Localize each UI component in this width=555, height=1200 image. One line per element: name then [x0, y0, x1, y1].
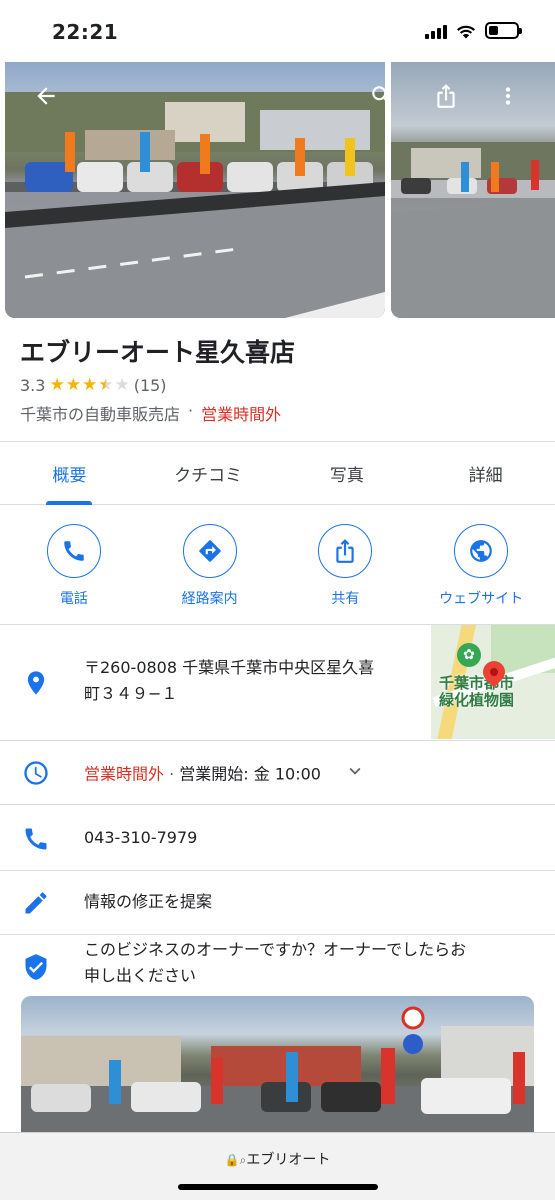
ios-share-icon [437, 84, 455, 108]
call-button-circle[interactable] [46, 524, 101, 578]
map-thumbnail[interactable]: ✿ 千葉市都市 緑化植物園 [431, 625, 555, 739]
map-label: 千葉市都市 緑化植物園 [439, 674, 515, 709]
call-button[interactable]: 電話 [14, 524, 134, 624]
back-button[interactable] [28, 78, 64, 114]
rating-stars: ★ ★ ★ ★ ★ [49, 377, 129, 394]
place-header: エブリーオート星久喜店 3.3 ★ ★ ★ ★ ★ (15) 千葉市の自動車販売… [20, 336, 540, 425]
suggest-edit-text: 情報の修正を提案 [84, 892, 213, 911]
directions-label: 経路案内 [181, 591, 238, 607]
pencil-icon [22, 889, 50, 917]
url-query: エブリオート [246, 1152, 331, 1168]
chevron-down-icon[interactable] [344, 760, 366, 790]
share-button[interactable]: 共有 [285, 524, 405, 624]
tab-bar: 概要 クチコミ 写真 詳細 [0, 441, 555, 505]
globe-icon [470, 540, 492, 562]
url-text[interactable]: 🔒⌕エブリオート [0, 1149, 555, 1169]
star-icon: ★ [65, 375, 81, 395]
status-icons [425, 22, 522, 39]
rating-value: 3.3 [20, 376, 46, 395]
home-indicator[interactable] [178, 1184, 378, 1190]
verified-shield-icon [22, 953, 50, 981]
phone-icon [64, 541, 84, 561]
share-top-button[interactable] [428, 78, 464, 114]
star-half-icon: ★ [98, 375, 114, 395]
separator-dot: · [188, 401, 194, 420]
open-status: 営業時間外 [201, 405, 282, 424]
more-vert-icon [505, 87, 511, 105]
wifi-icon [457, 25, 475, 38]
suggest-edit-row[interactable]: 情報の修正を提案 [0, 870, 555, 934]
place-name: エブリーオート星久喜店 [20, 338, 296, 367]
more-options-button[interactable] [490, 78, 526, 114]
tab-reviews[interactable]: クチコミ [139, 442, 278, 504]
tab-overview[interactable]: 概要 [0, 442, 139, 504]
hours-separator: · [169, 764, 175, 784]
directions-button[interactable]: 経路案内 [150, 524, 270, 624]
lock-icon: 🔒 [224, 1153, 240, 1167]
phone-row[interactable]: 043-310-7979 [0, 804, 555, 870]
place-category: 千葉市の自動車販売店 [20, 405, 181, 424]
review-count: (15) [133, 376, 167, 395]
address-text: 〒260-0808 千葉県千葉市中央区星久喜 町３４９−１ [84, 655, 414, 707]
directions-button-circle[interactable] [182, 524, 237, 578]
star-icon: ★ [49, 375, 65, 395]
website-button[interactable]: ウェブサイト [421, 524, 541, 624]
street-view-photo[interactable] [391, 62, 555, 318]
hero-photos [0, 62, 555, 318]
action-buttons: 電話 経路案内 共有 ウェブサイト [0, 524, 555, 624]
street-view-illustration [391, 142, 555, 318]
phone-number: 043-310-7979 [84, 828, 198, 847]
address-line-1: 〒260-0808 千葉県千葉市中央区星久喜 [84, 658, 375, 677]
hours-text: 営業時間外 · 営業開始: 金 10:00 [84, 760, 524, 790]
directions-icon [198, 540, 221, 562]
status-time: 22:21 [52, 20, 119, 44]
battery-icon [485, 22, 522, 39]
category-row: 千葉市の自動車販売店 · 営業時間外 [20, 401, 540, 425]
address-line-2: 町３４９−１ [84, 684, 178, 703]
share-button-circle[interactable] [318, 524, 373, 578]
star-icon: ★ [81, 375, 98, 395]
business-photo[interactable] [21, 996, 534, 1132]
location-pin-icon [22, 669, 50, 697]
business-photo-illustration [21, 1006, 534, 1132]
tab-details[interactable]: 詳細 [416, 442, 555, 504]
star-empty-icon: ★ [114, 375, 130, 395]
owner-claim-text: このビジネスのオーナーですか？オーナーでしたらお 申し出ください [84, 940, 467, 985]
status-bar: 22:21 [0, 0, 555, 62]
hours-status: 営業時間外 [84, 764, 165, 784]
call-label: 電話 [59, 591, 88, 607]
park-icon: ✿ [457, 643, 481, 667]
phone-icon [22, 825, 50, 853]
search-icon [372, 86, 392, 106]
website-button-circle[interactable] [454, 524, 509, 578]
address-row[interactable]: 〒260-0808 千葉県千葉市中央区星久喜 町３４９−１ ✿ 千葉市都市 緑化… [0, 624, 555, 740]
arrow-back-icon [37, 87, 55, 105]
hours-row[interactable]: 営業時間外 · 営業開始: 金 10:00 [0, 740, 555, 804]
hours-next-open: 営業開始: 金 10:00 [179, 764, 321, 784]
cellular-signal-icon [425, 23, 447, 39]
clock-icon [22, 759, 50, 787]
share-label: 共有 [331, 591, 360, 607]
rating-row[interactable]: 3.3 ★ ★ ★ ★ ★ (15) [20, 376, 540, 395]
share-icon [336, 539, 355, 563]
search-button[interactable] [364, 78, 400, 114]
tab-photos[interactable]: 写真 [278, 442, 417, 504]
website-label: ウェブサイト [439, 591, 524, 607]
owner-claim-row[interactable]: このビジネスのオーナーですか？オーナーでしたらお 申し出ください [0, 934, 555, 996]
